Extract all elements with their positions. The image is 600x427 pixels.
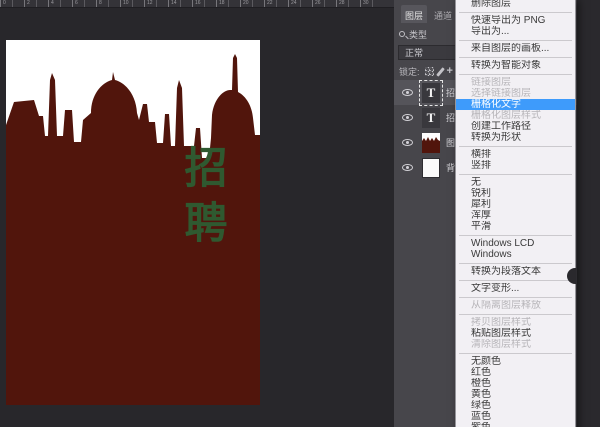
menu-item[interactable]: 拷贝图层样式 <box>456 317 575 328</box>
menu-item[interactable]: 转换为形状 <box>456 132 575 143</box>
menu-item[interactable]: 橙色 <box>456 378 575 389</box>
ruler-tick: 2 <box>24 0 48 7</box>
lock-paint-icon[interactable] <box>436 67 445 77</box>
menu-item[interactable]: 从隔离图层释放 <box>456 300 575 311</box>
ruler-tick: 24 <box>288 0 312 7</box>
filter-kind-label: 类型 <box>409 28 427 41</box>
ruler-tick: 6 <box>72 0 96 7</box>
menu-separator <box>459 314 572 315</box>
ruler-tick: 16 <box>192 0 216 7</box>
visibility-eye-icon[interactable] <box>402 164 413 171</box>
menu-item[interactable]: 来自图层的画板... <box>456 43 575 54</box>
right-dock-edge <box>577 0 600 427</box>
document-canvas[interactable]: 招聘 <box>6 40 260 405</box>
visibility-eye-icon[interactable] <box>402 89 413 96</box>
ruler-tick: 10 <box>120 0 144 7</box>
panel-collapse-notch[interactable] <box>567 268 576 284</box>
menu-item[interactable]: 紫色 <box>456 422 575 427</box>
menu-item[interactable]: 删除图层 <box>456 0 575 9</box>
menu-item[interactable]: 竖排 <box>456 160 575 171</box>
menu-item[interactable]: 链接图层 <box>456 77 575 88</box>
menu-item[interactable]: Windows <box>456 249 575 260</box>
ruler-tick: 28 <box>336 0 360 7</box>
image-layer-thumbnail <box>422 133 440 153</box>
menu-item[interactable]: 清除图层样式 <box>456 339 575 350</box>
canvas-text-char: 招 <box>185 148 228 191</box>
menu-separator <box>459 57 572 58</box>
menu-item[interactable]: 蓝色 <box>456 411 575 422</box>
lock-position-icon[interactable]: + <box>447 67 453 76</box>
visibility-eye-icon[interactable] <box>402 139 413 146</box>
ruler-tick: 4 <box>48 0 72 7</box>
canvas-workspace: 招聘 <box>0 8 394 427</box>
lock-options-row: 锁定: + <box>399 64 453 79</box>
visibility-eye-icon[interactable] <box>402 114 413 121</box>
lock-transparency-icon[interactable] <box>425 67 434 76</box>
panel-tab-通道[interactable]: 通道 <box>430 5 456 23</box>
layer-context-menu: 删除图层快速导出为 PNG导出为... 来自图层的画板... 转换为智能对象链接图层… <box>455 0 576 427</box>
canvas-vertical-text: 招聘 <box>182 148 230 246</box>
background-layer-thumbnail <box>422 158 440 178</box>
menu-item[interactable]: 选择链接图层 <box>456 88 575 99</box>
menu-item[interactable]: 无颜色 <box>456 356 575 367</box>
menu-item[interactable]: 栅格化文字 <box>456 99 575 110</box>
menu-item[interactable]: 无 <box>456 177 575 188</box>
menu-item[interactable]: 黄色 <box>456 389 575 400</box>
ruler-tick: 20 <box>240 0 264 7</box>
text-layer-icon: T <box>422 108 440 128</box>
ruler-tick: 30 <box>360 0 384 7</box>
menu-item[interactable]: 横排 <box>456 149 575 160</box>
search-filter-icon <box>399 31 405 37</box>
menu-item[interactable]: 转换为智能对象 <box>456 60 575 71</box>
ruler-tick: 18 <box>216 0 240 7</box>
ruler-tick: 12 <box>144 0 168 7</box>
menu-item[interactable]: 平滑 <box>456 221 575 232</box>
menu-separator <box>459 297 572 298</box>
menu-separator <box>459 263 572 264</box>
menu-item[interactable]: 犀利 <box>456 199 575 210</box>
menu-item[interactable]: 快速导出为 PNG <box>456 15 575 26</box>
ruler-tick: 14 <box>168 0 192 7</box>
menu-separator <box>459 40 572 41</box>
menu-item[interactable]: 绿色 <box>456 400 575 411</box>
menu-separator <box>459 174 572 175</box>
menu-separator <box>459 74 572 75</box>
layer-thumbnail[interactable] <box>422 133 440 153</box>
menu-item[interactable]: 创建工作路径 <box>456 121 575 132</box>
layer-thumbnail[interactable]: T <box>422 83 440 103</box>
canvas-text-char: 聘 <box>185 203 228 246</box>
menu-item[interactable]: 锐利 <box>456 188 575 199</box>
blend-mode-value: 正常 <box>405 46 423 59</box>
thumbnail-selection-frame <box>419 80 443 106</box>
layer-thumbnail[interactable]: T <box>422 108 440 128</box>
lock-label: 锁定: <box>399 65 420 78</box>
menu-separator <box>459 12 572 13</box>
menu-item[interactable]: Windows LCD <box>456 238 575 249</box>
panel-tab-图层[interactable]: 图层 <box>401 5 427 23</box>
menu-item[interactable]: 文字变形... <box>456 283 575 294</box>
ruler-tick: 0 <box>0 0 24 7</box>
menu-item[interactable]: 浑厚 <box>456 210 575 221</box>
menu-item[interactable]: 转换为段落文本 <box>456 266 575 277</box>
ruler-tick: 22 <box>264 0 288 7</box>
ruler-tick: 26 <box>312 0 336 7</box>
menu-separator <box>459 280 572 281</box>
menu-item[interactable]: 粘贴图层样式 <box>456 328 575 339</box>
horizontal-ruler: 024681012141618202224262830 <box>0 0 394 8</box>
layer-thumbnail[interactable] <box>422 158 440 178</box>
menu-separator <box>459 235 572 236</box>
menu-item[interactable]: 栅格化图层样式 <box>456 110 575 121</box>
menu-separator <box>459 353 572 354</box>
menu-item[interactable]: 红色 <box>456 367 575 378</box>
menu-separator <box>459 146 572 147</box>
ruler-tick: 8 <box>96 0 120 7</box>
menu-item[interactable]: 导出为... <box>456 26 575 37</box>
